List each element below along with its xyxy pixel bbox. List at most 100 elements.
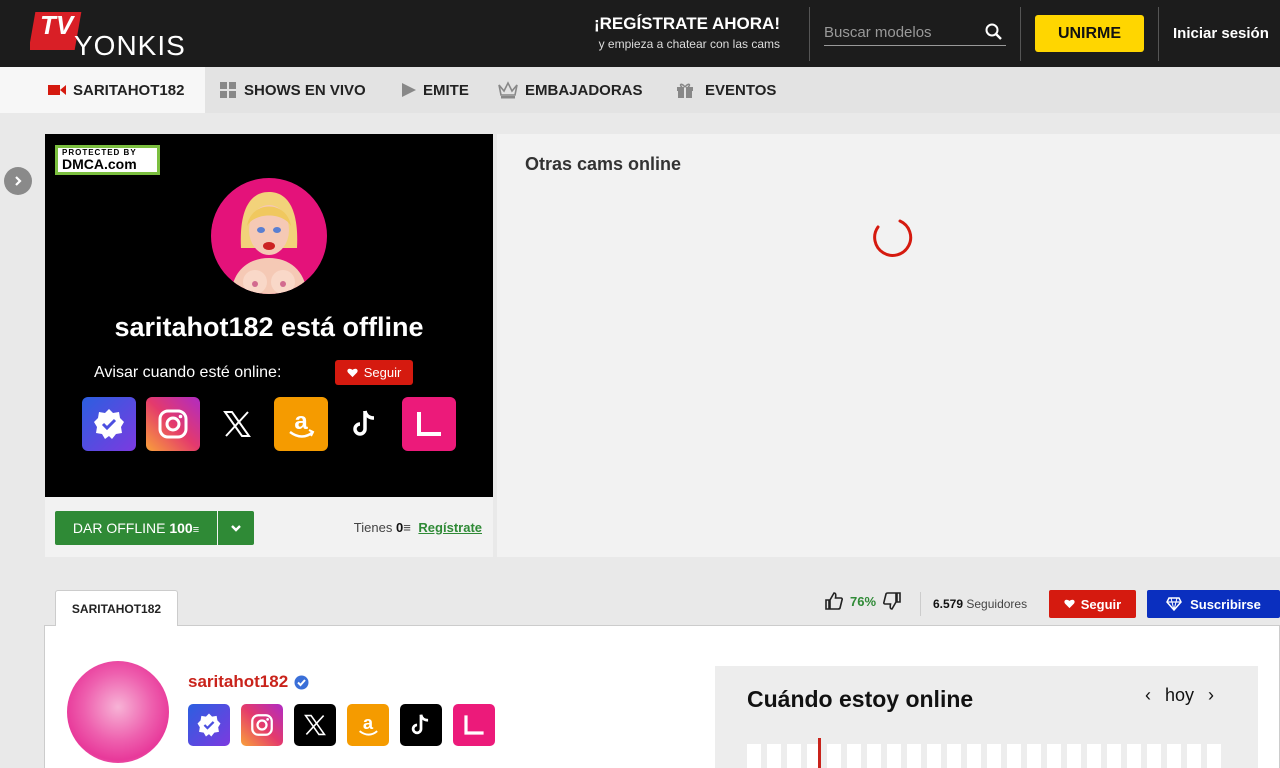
schedule-cell bbox=[927, 744, 941, 768]
svg-text:a: a bbox=[363, 712, 374, 733]
instagram-icon[interactable] bbox=[241, 704, 283, 746]
social-links: a bbox=[82, 397, 456, 451]
followers-label: Seguidores bbox=[966, 597, 1028, 611]
linktree-icon[interactable] bbox=[453, 704, 495, 746]
next-day-button[interactable]: › bbox=[1208, 685, 1214, 706]
diamond-icon bbox=[1166, 597, 1182, 611]
heart-icon bbox=[347, 368, 358, 377]
tab-saritahot182[interactable]: SARITAHOT182 bbox=[0, 67, 205, 113]
schedule-cell bbox=[1167, 744, 1181, 768]
x-icon[interactable] bbox=[210, 397, 264, 451]
follow-profile-button[interactable]: Seguir bbox=[1049, 590, 1136, 618]
video-camera-icon bbox=[48, 85, 66, 95]
coin-icon: ≡ bbox=[192, 524, 200, 536]
thumbs-down-icon[interactable] bbox=[882, 591, 902, 611]
chevron-down-icon bbox=[231, 524, 241, 532]
tip-bar: DAR OFFLINE 100≡ Tienes 0≡ Regístrate bbox=[45, 497, 493, 557]
x-icon[interactable] bbox=[294, 704, 336, 746]
schedule-cell bbox=[987, 744, 1001, 768]
instagram-icon[interactable] bbox=[146, 397, 200, 451]
schedule-cell bbox=[847, 744, 861, 768]
rating-widget: 76% bbox=[824, 591, 902, 611]
svg-text:a: a bbox=[294, 408, 308, 435]
coin-icon: ≡ bbox=[403, 520, 411, 535]
subscribe-button[interactable]: Suscribirse bbox=[1147, 590, 1280, 618]
subscribe-label: Suscribirse bbox=[1190, 596, 1261, 612]
schedule-cell bbox=[1147, 744, 1161, 768]
profile-social-links: a bbox=[188, 704, 495, 746]
search-icon[interactable] bbox=[984, 22, 1004, 42]
crown-icon bbox=[498, 81, 518, 99]
search-input[interactable] bbox=[824, 20, 974, 44]
video-player: PROTECTED BY DMCA.com saritahot182 está … bbox=[45, 134, 493, 497]
divider bbox=[1020, 7, 1021, 61]
amazon-icon[interactable]: a bbox=[347, 704, 389, 746]
tab-label: SARITAHOT182 bbox=[73, 81, 185, 99]
promo-title: ¡REGÍSTRATE AHORA! bbox=[593, 14, 780, 33]
dmca-badge[interactable]: PROTECTED BY DMCA.com bbox=[55, 145, 160, 175]
linktree-icon[interactable] bbox=[402, 397, 456, 451]
profile-username: saritahot182 bbox=[188, 672, 309, 692]
tab-label: EMBAJADORAS bbox=[525, 81, 643, 99]
schedule-cell bbox=[1067, 744, 1081, 768]
loading-spinner-icon bbox=[873, 219, 913, 257]
schedule-cell bbox=[767, 744, 781, 768]
top-bar: TV YONKIS TV ¡REGÍSTRATE AHORA! y empiez… bbox=[0, 0, 1280, 67]
register-promo[interactable]: ¡REGÍSTRATE AHORA! y empieza a chatear c… bbox=[540, 14, 780, 51]
tab-shows-en-vivo[interactable]: SHOWS EN VIVO bbox=[220, 67, 366, 113]
schedule-cell bbox=[1187, 744, 1201, 768]
schedule-cell bbox=[1027, 744, 1041, 768]
tab-embajadoras[interactable]: EMBAJADORAS bbox=[498, 67, 643, 113]
give-offline-button[interactable]: DAR OFFLINE 100≡ bbox=[55, 511, 217, 545]
verified-icon[interactable] bbox=[188, 704, 230, 746]
tab-eventos[interactable]: EVENTOS bbox=[676, 67, 776, 113]
verified-icon[interactable] bbox=[82, 397, 136, 451]
tab-label: EMITE bbox=[423, 81, 469, 99]
dmca-bottom-text: DMCA.com bbox=[62, 156, 137, 172]
register-link[interactable]: Regístrate bbox=[418, 520, 482, 535]
site-logo[interactable]: TV YONKIS TV bbox=[30, 8, 230, 58]
nav-tabs: SARITAHOT182 SHOWS EN VIVO EMITE EMBAJAD… bbox=[0, 67, 1280, 113]
model-avatar bbox=[211, 178, 327, 294]
login-link[interactable]: Iniciar sesión bbox=[1173, 25, 1269, 42]
other-cams-title: Otras cams online bbox=[525, 154, 682, 174]
prev-day-button[interactable]: ‹ bbox=[1145, 685, 1151, 706]
schedule-cell bbox=[1007, 744, 1021, 768]
schedule-cell bbox=[1107, 744, 1121, 768]
schedule-cell bbox=[1047, 744, 1061, 768]
schedule-cell bbox=[787, 744, 801, 768]
join-button[interactable]: UNIRME bbox=[1035, 15, 1144, 52]
follow-button[interactable]: Seguir bbox=[335, 360, 413, 385]
sidebar-toggle[interactable] bbox=[4, 167, 32, 195]
schedule-cell bbox=[747, 744, 761, 768]
verified-badge-icon bbox=[294, 675, 309, 689]
avatar-image bbox=[231, 192, 307, 294]
tiktok-icon[interactable] bbox=[400, 704, 442, 746]
tip-dropdown-button[interactable] bbox=[218, 511, 254, 545]
chevron-right-icon bbox=[15, 176, 22, 186]
profile-avatar bbox=[67, 661, 169, 763]
followers-count: 6.579 Seguidores bbox=[933, 597, 1027, 611]
amazon-icon[interactable]: a bbox=[274, 397, 328, 451]
profile-tab[interactable]: SARITAHOT182 bbox=[55, 590, 178, 626]
follow-label: Seguir bbox=[363, 365, 402, 380]
schedule-cell bbox=[1087, 744, 1101, 768]
other-cams-panel: Otras cams online bbox=[497, 134, 1280, 557]
give-amount: 100 bbox=[169, 520, 193, 536]
follow-label: Seguir bbox=[1080, 596, 1122, 612]
schedule-nav: ‹ hoy › bbox=[1145, 685, 1214, 706]
balance-label: Tienes bbox=[353, 520, 393, 535]
tab-emite[interactable]: EMITE bbox=[402, 67, 469, 113]
schedule-cell bbox=[947, 744, 961, 768]
rating-percent: 76% bbox=[850, 593, 877, 609]
heart-icon bbox=[1064, 599, 1075, 609]
profile-panel: saritahot182 a Cuándo estoy online ‹ hoy… bbox=[44, 625, 1280, 768]
grid-icon bbox=[220, 82, 236, 98]
give-label: DAR OFFLINE bbox=[72, 520, 166, 536]
tiktok-icon[interactable] bbox=[338, 397, 392, 451]
current-time-marker bbox=[818, 738, 821, 768]
divider bbox=[1158, 7, 1159, 61]
gift-icon bbox=[677, 83, 693, 98]
thumbs-up-icon[interactable] bbox=[824, 591, 844, 611]
tab-label: SHOWS EN VIVO bbox=[244, 81, 366, 99]
